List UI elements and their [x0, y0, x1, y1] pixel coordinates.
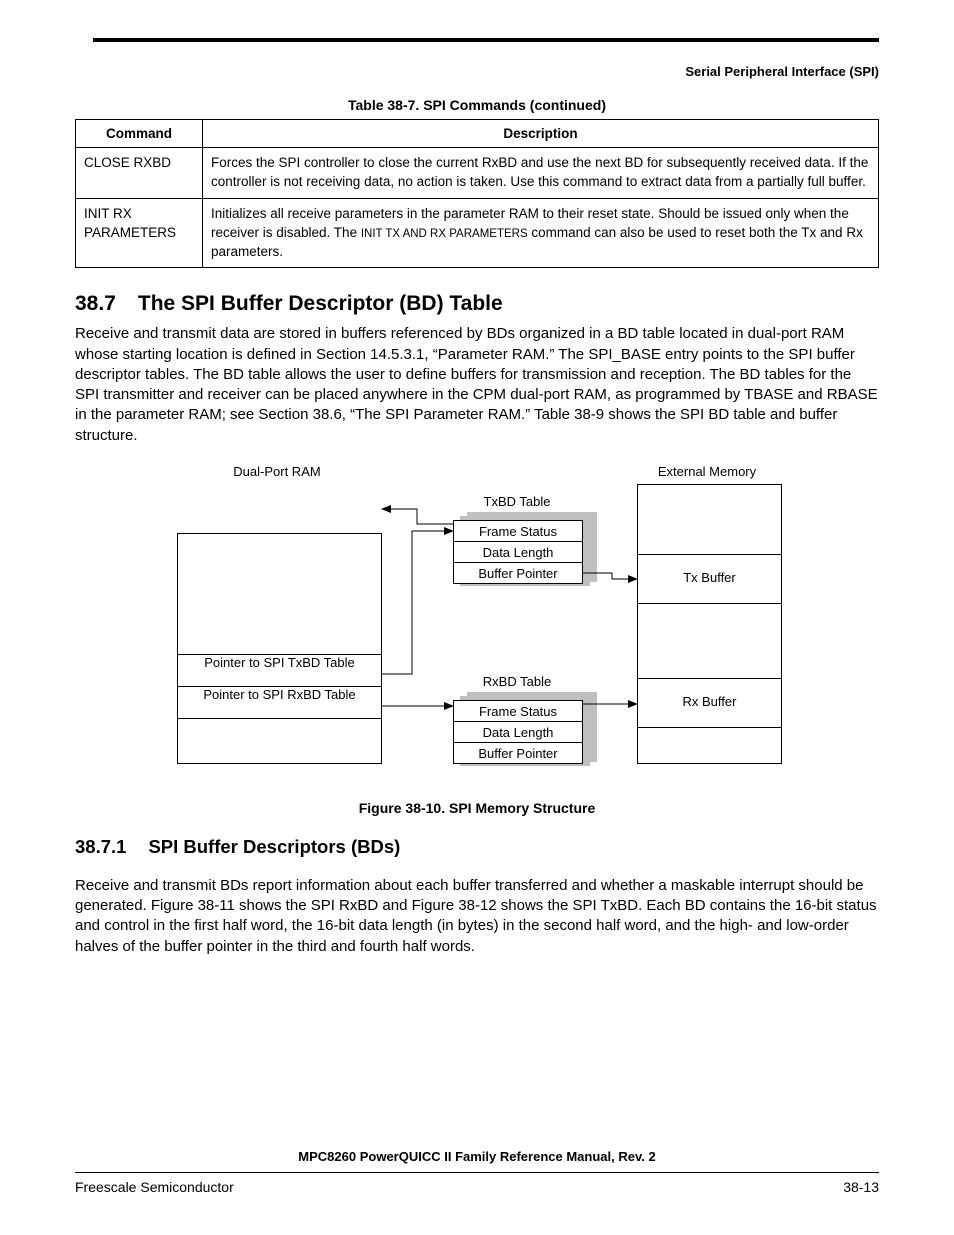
desc-small: INIT TX AND RX PARAMETERS — [361, 228, 528, 240]
page-header-section: Serial Peripheral Interface (SPI) — [75, 64, 879, 79]
description-cell: Initializes all receive parameters in th… — [203, 198, 879, 268]
footer-doc-title: MPC8260 PowerQUICC II Family Reference M… — [75, 1149, 879, 1173]
command-cell: INIT RX PARAMETERS — [76, 198, 203, 268]
section-title: The SPI Buffer Descriptor (BD) Table — [138, 292, 503, 315]
top-header-rule — [93, 38, 879, 42]
spi-commands-table: Command Description CLOSE RXBD Forces th… — [75, 119, 879, 268]
section-heading: 38.7 The SPI Buffer Descriptor (BD) Table — [75, 292, 879, 316]
subsection-paragraph: Receive and transmit BDs report informat… — [75, 876, 879, 957]
footer-left: Freescale Semiconductor — [75, 1179, 234, 1195]
subsection-number: 38.7.1 — [75, 836, 126, 857]
table-header-description: Description — [203, 120, 879, 148]
spi-memory-structure-figure: Dual-Port RAM External Memory Tx Buffer … — [157, 464, 797, 794]
table-caption: Table 38-7. SPI Commands (continued) — [75, 97, 879, 113]
figure-caption: Figure 38-10. SPI Memory Structure — [75, 800, 879, 816]
table-row: CLOSE RXBD Forces the SPI controller to … — [76, 148, 879, 199]
table-row: INIT RX PARAMETERS Initializes all recei… — [76, 198, 879, 268]
subsection-title: SPI Buffer Descriptors (BDs) — [148, 836, 400, 857]
figure-arrows — [157, 464, 797, 794]
footer-page-number: 38-13 — [843, 1179, 879, 1195]
subsection-heading: 38.7.1 SPI Buffer Descriptors (BDs) — [75, 836, 879, 858]
section-number: 38.7 — [75, 292, 116, 315]
command-cell: CLOSE RXBD — [76, 148, 203, 199]
table-header-command: Command — [76, 120, 203, 148]
description-cell: Forces the SPI controller to close the c… — [203, 148, 879, 199]
section-paragraph: Receive and transmit data are stored in … — [75, 324, 879, 446]
page-footer: MPC8260 PowerQUICC II Family Reference M… — [75, 1149, 879, 1195]
